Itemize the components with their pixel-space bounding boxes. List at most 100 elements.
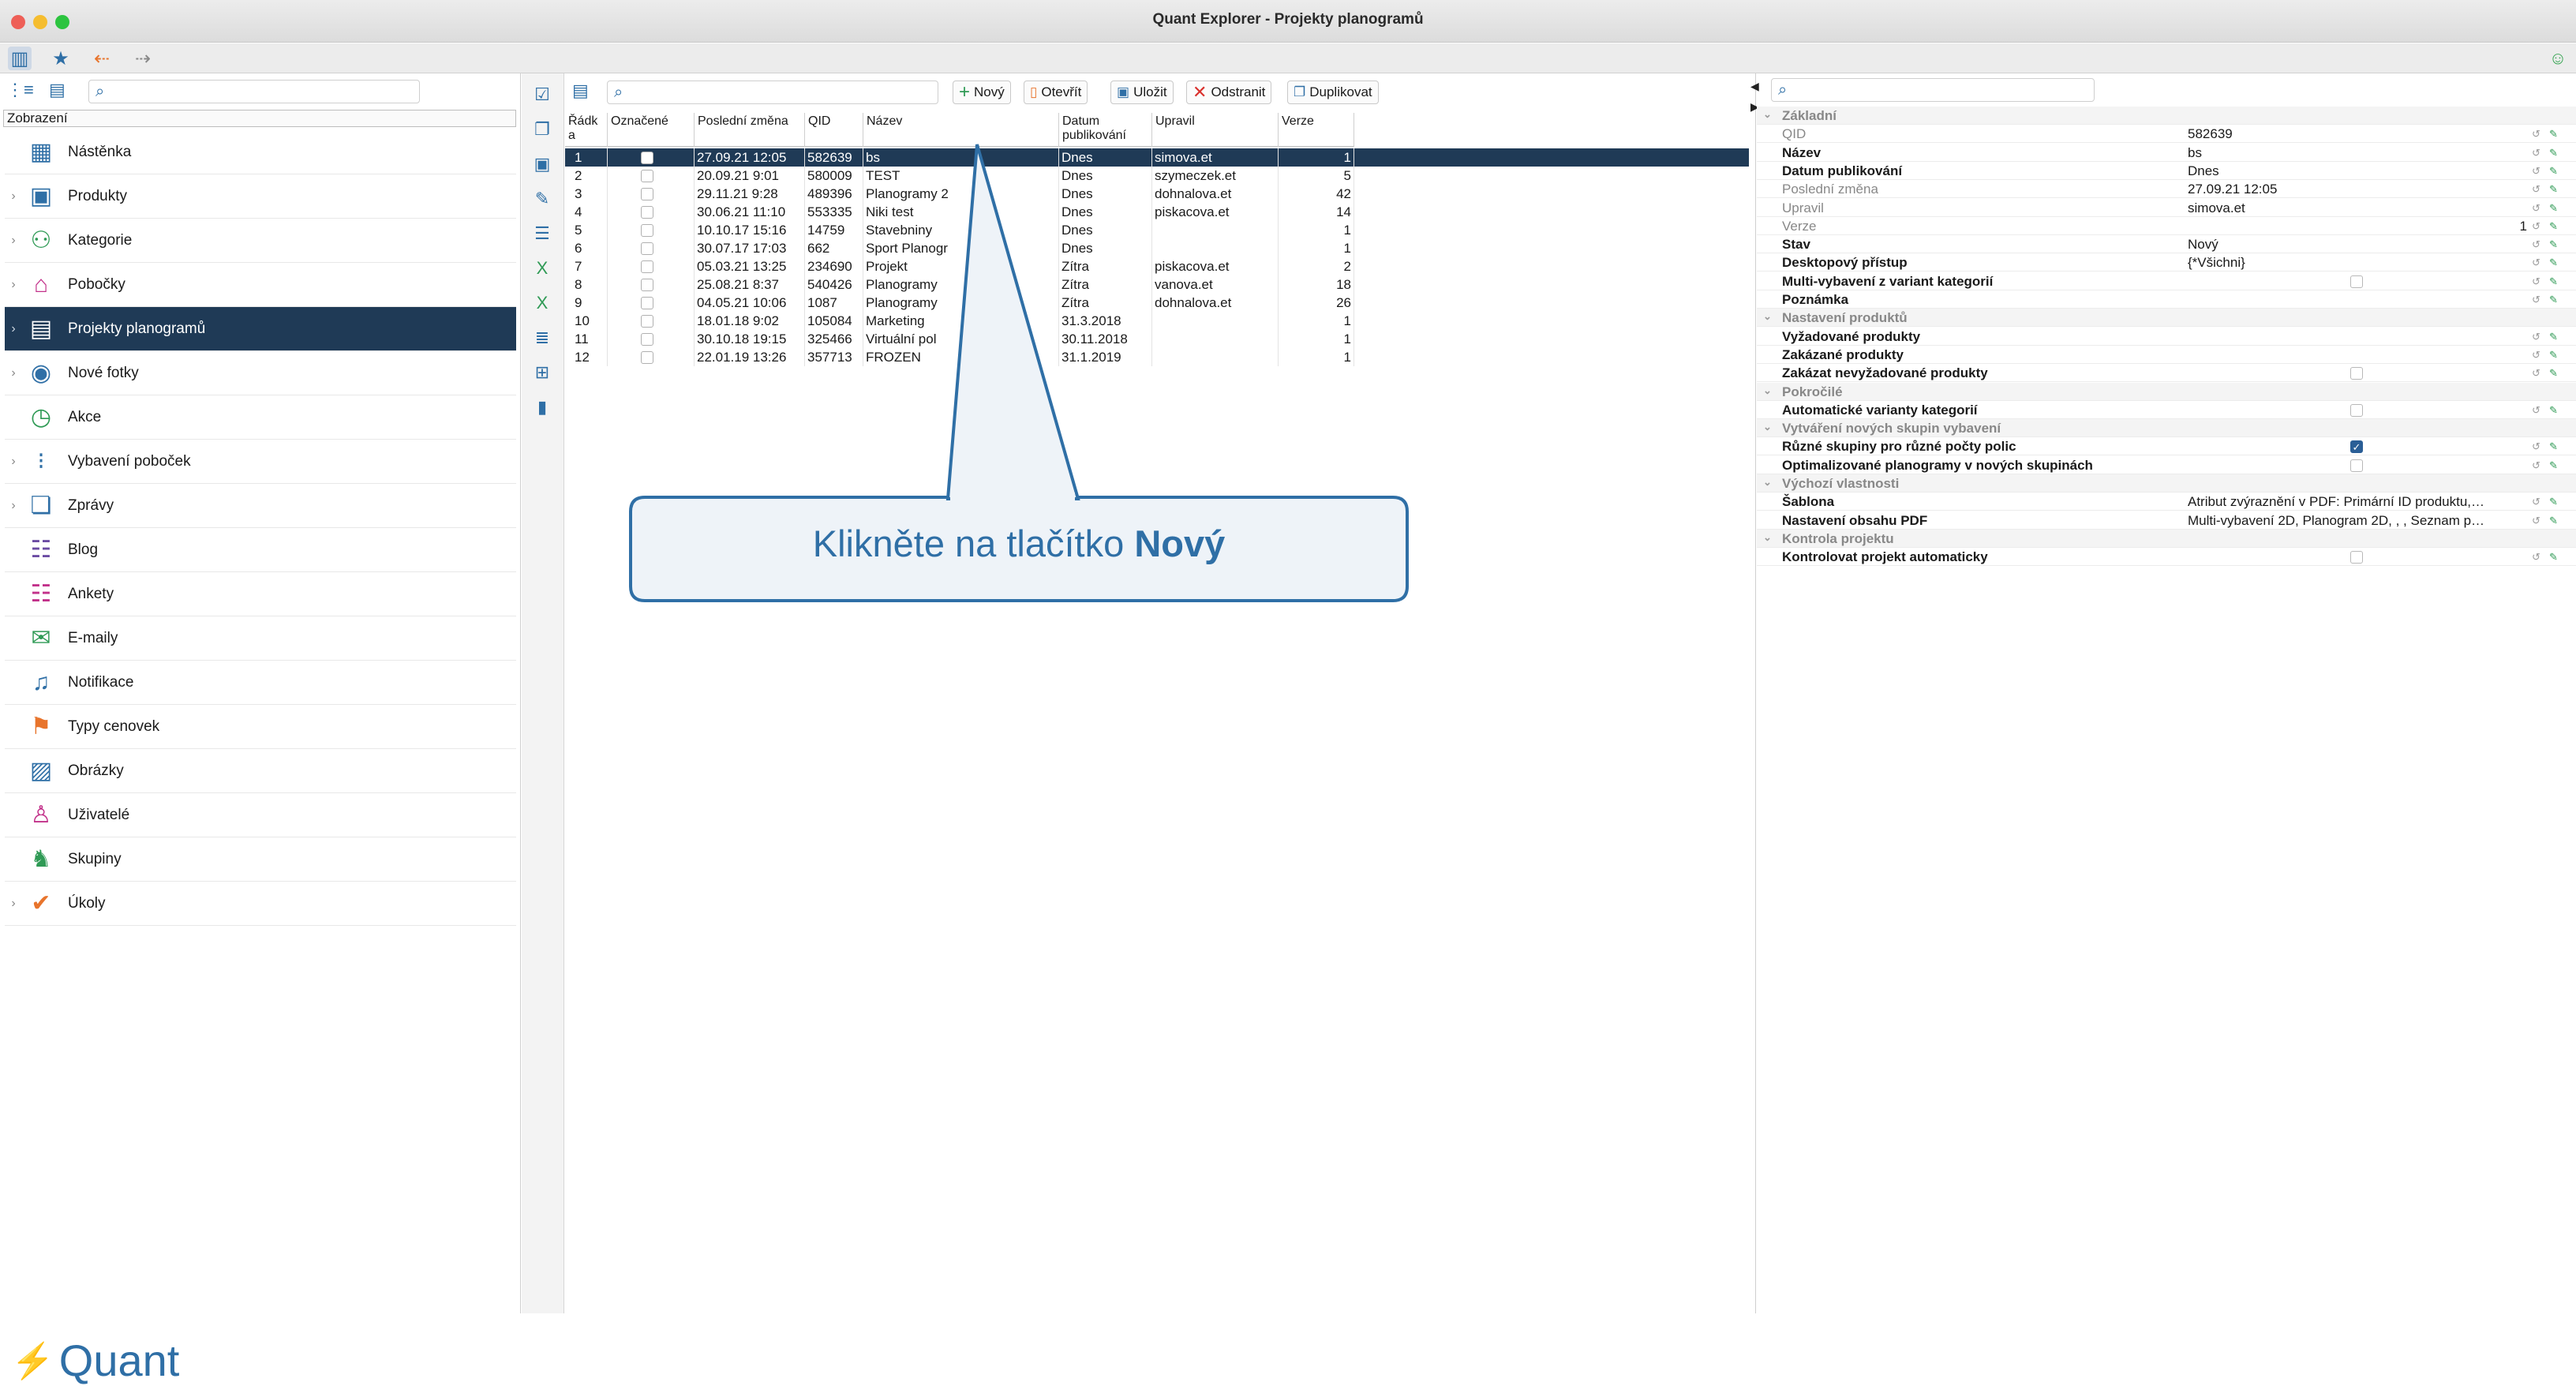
row-checkbox[interactable] bbox=[641, 315, 653, 328]
property-checkbox[interactable] bbox=[2350, 459, 2363, 472]
column-header[interactable]: Označené bbox=[608, 113, 695, 147]
nav-item-3[interactable]: › ⌂ Pobočky bbox=[5, 263, 516, 307]
property-section[interactable]: ⌄ Kontrola projektu bbox=[1757, 529, 2576, 548]
expand-chevron-icon[interactable]: › bbox=[5, 897, 22, 911]
select-all-icon[interactable]: ☑ bbox=[530, 83, 554, 107]
edit-icon[interactable]: ✎ bbox=[2548, 294, 2559, 305]
row-checkbox[interactable] bbox=[641, 351, 653, 364]
delete-button[interactable]: ✕ Odstranit bbox=[1186, 81, 1272, 104]
edit-icon[interactable]: ✎ bbox=[2548, 404, 2559, 416]
table-row[interactable]: 6 30.07.17 17:03 662 Sport Planogr Dnes 1 bbox=[565, 239, 1749, 257]
edit-icon[interactable]: ✎ bbox=[2548, 202, 2559, 214]
section-chevron-icon[interactable]: ⌄ bbox=[1763, 421, 1772, 433]
reset-icon[interactable]: ↺ bbox=[2530, 349, 2542, 361]
property-checkbox[interactable]: ✓ bbox=[2350, 440, 2363, 454]
edit-icon[interactable]: ✎ bbox=[2548, 551, 2559, 563]
back-arrow-icon[interactable]: ⇠ bbox=[90, 47, 114, 70]
reset-icon[interactable]: ↺ bbox=[2530, 257, 2542, 268]
edit-icon[interactable]: ✎ bbox=[2548, 331, 2559, 343]
excel-import-icon[interactable]: X bbox=[530, 291, 554, 315]
copy-icon[interactable]: ❐ bbox=[530, 118, 554, 141]
table-row[interactable]: 10 18.01.18 9:02 105084 Marketing 31.3.2018 1 bbox=[565, 312, 1749, 330]
reset-icon[interactable]: ↺ bbox=[2530, 440, 2542, 452]
edit-icon[interactable]: ✎ bbox=[2548, 183, 2559, 195]
nav-item-0[interactable]: ▦ Nástěnka bbox=[5, 130, 516, 174]
edit-icon[interactable]: ✎ bbox=[2548, 349, 2559, 361]
edit-icon[interactable]: ✎ bbox=[2548, 275, 2559, 287]
nav-item-10[interactable]: ☷ Ankety bbox=[5, 572, 516, 616]
new-button[interactable]: + Nový bbox=[953, 81, 1011, 104]
property-value[interactable]: Atribut zvýraznění v PDF: Primární ID pr… bbox=[2188, 493, 2527, 511]
duplicate-button[interactable]: ❐ Duplikovat bbox=[1287, 81, 1379, 104]
table-row[interactable]: 5 10.10.17 15:16 14759 Stavebniny Dnes 1 bbox=[565, 221, 1749, 239]
favorites-star-icon[interactable]: ★ bbox=[49, 47, 73, 70]
nav-item-17[interactable]: › ✔ Úkoly bbox=[5, 882, 516, 926]
reset-icon[interactable]: ↺ bbox=[2530, 147, 2542, 159]
paste-icon[interactable]: ▣ bbox=[530, 152, 554, 176]
reset-icon[interactable]: ↺ bbox=[2530, 331, 2542, 343]
property-value[interactable]: bs bbox=[2188, 144, 2527, 162]
expand-chevron-icon[interactable]: › bbox=[5, 455, 22, 469]
row-checkbox[interactable] bbox=[641, 170, 653, 182]
nav-item-4[interactable]: › ▤ Projekty planogramů bbox=[5, 307, 516, 351]
nav-item-13[interactable]: ⚑ Typy cenovek bbox=[5, 705, 516, 749]
expand-chevron-icon[interactable]: › bbox=[5, 499, 22, 513]
property-checkbox[interactable] bbox=[2350, 275, 2363, 288]
reset-icon[interactable]: ↺ bbox=[2530, 515, 2542, 526]
nav-item-7[interactable]: › ⁝ Vybavení poboček bbox=[5, 440, 516, 484]
open-button[interactable]: ▯ Otevřít bbox=[1024, 81, 1088, 104]
reset-icon[interactable]: ↺ bbox=[2530, 220, 2542, 232]
property-checkbox[interactable] bbox=[2350, 367, 2363, 380]
table-row[interactable]: 11 30.10.18 19:15 325466 Virtuální pol 30.11… bbox=[565, 330, 1749, 348]
property-checkbox[interactable] bbox=[2350, 403, 2363, 417]
column-header[interactable]: QID bbox=[805, 113, 863, 147]
reset-icon[interactable]: ↺ bbox=[2530, 202, 2542, 214]
edit-icon[interactable]: ✎ bbox=[2548, 367, 2559, 379]
property-value[interactable]: simova.et bbox=[2188, 199, 2527, 217]
property-value[interactable]: 582639 bbox=[2188, 125, 2527, 143]
excel-export-icon[interactable]: X bbox=[530, 257, 554, 280]
properties-search-input[interactable]: ⌕ bbox=[1771, 78, 2095, 102]
tree-collapse-icon[interactable]: ⋮≡ bbox=[6, 80, 34, 103]
section-chevron-icon[interactable]: ⌄ bbox=[1763, 108, 1772, 121]
edit-icon[interactable]: ✎ bbox=[2548, 459, 2559, 471]
column-header[interactable]: Řádk a bbox=[565, 113, 608, 147]
expand-chevron-icon[interactable]: › bbox=[5, 234, 22, 248]
section-chevron-icon[interactable]: ⌄ bbox=[1763, 384, 1772, 397]
row-checkbox[interactable] bbox=[641, 242, 653, 255]
edit-icon[interactable]: ✎ bbox=[2548, 220, 2559, 232]
row-checkbox[interactable] bbox=[641, 188, 653, 200]
row-checkbox[interactable] bbox=[641, 224, 653, 237]
nav-item-16[interactable]: ♞ Skupiny bbox=[5, 837, 516, 882]
tag-icon[interactable]: ✎ bbox=[530, 187, 554, 211]
edit-icon[interactable]: ✎ bbox=[2548, 440, 2559, 452]
nav-item-9[interactable]: ☷ Blog bbox=[5, 528, 516, 572]
expand-chevron-icon[interactable]: › bbox=[5, 189, 22, 204]
nav-search-input[interactable]: ⌕ bbox=[88, 80, 420, 103]
table-row[interactable]: 8 25.08.21 8:37 540426 Planogramy Zítra vanov… bbox=[565, 275, 1749, 294]
forward-arrow-icon[interactable]: ⇢ bbox=[131, 47, 155, 70]
table-row[interactable]: 12 22.01.19 13:26 357713 FROZEN 31.1.2019 1 bbox=[565, 348, 1749, 366]
property-section[interactable]: ⌄ Nastavení produktů bbox=[1757, 309, 2576, 328]
column-header[interactable]: Upravil bbox=[1152, 113, 1279, 147]
sync-status-icon[interactable]: ☺ bbox=[2546, 47, 2570, 70]
reset-icon[interactable]: ↺ bbox=[2530, 496, 2542, 508]
edit-icon[interactable]: ✎ bbox=[2548, 238, 2559, 250]
reset-icon[interactable]: ↺ bbox=[2530, 275, 2542, 287]
expand-chevron-icon[interactable]: › bbox=[5, 322, 22, 336]
table-row[interactable]: 7 05.03.21 13:25 234690 Projekt Zítra piskaco… bbox=[565, 257, 1749, 275]
row-checkbox[interactable] bbox=[641, 279, 653, 291]
view-options-icon[interactable]: ▤ bbox=[49, 80, 74, 103]
columns-settings-icon[interactable]: ▤ bbox=[572, 81, 596, 104]
section-chevron-icon[interactable]: ⌄ bbox=[1763, 531, 1772, 544]
edit-icon[interactable]: ✎ bbox=[2548, 128, 2559, 140]
nav-item-11[interactable]: ✉ E-maily bbox=[5, 616, 516, 661]
reset-icon[interactable]: ↺ bbox=[2530, 238, 2542, 250]
edit-icon[interactable]: ✎ bbox=[2548, 257, 2559, 268]
edit-icon[interactable]: ✎ bbox=[2548, 165, 2559, 177]
table-row[interactable]: 9 04.05.21 10:06 1087 Planogramy Zítra dohnal… bbox=[565, 294, 1749, 312]
panels-toggle-icon[interactable]: ▥ bbox=[8, 47, 32, 70]
nav-item-6[interactable]: ◷ Akce bbox=[5, 395, 516, 440]
property-value[interactable]: 27.09.21 12:05 bbox=[2188, 180, 2527, 198]
reset-icon[interactable]: ↺ bbox=[2530, 128, 2542, 140]
